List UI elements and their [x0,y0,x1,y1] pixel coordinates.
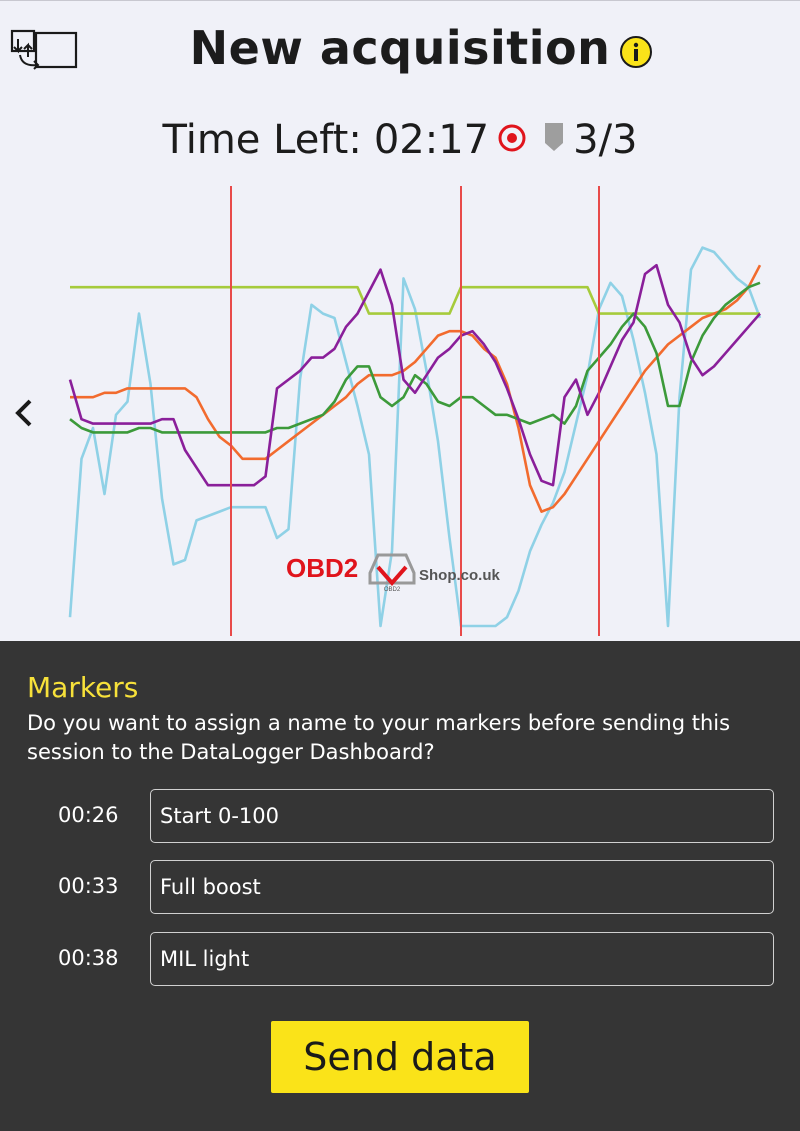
info-icon [620,36,652,68]
marker-time: 00:33 [58,874,119,898]
marker-row-1: 00:26 [0,789,800,845]
markers-question: Do you want to assign a name to your mar… [27,711,731,764]
time-left-value: 02:17 [373,117,490,163]
marker-name-input-2[interactable] [150,860,774,914]
marker-time: 00:38 [58,946,119,970]
record-target-icon [497,117,527,163]
markers-panel: Markers Do you want to assign a name to … [0,641,800,1131]
status-bar: Time Left: 02:17 3/3 [0,117,800,163]
markers-heading: Markers [27,671,139,704]
marker-time: 00:26 [58,803,119,827]
time-left-label: Time Left: [162,117,362,163]
send-data-button[interactable]: Send data [271,1021,529,1093]
acquisition-screen: New acquisition Time Left: 02:17 3/3 OBD… [0,0,800,642]
watermark-small: OBD2 [384,587,401,593]
page-title: New acquisition [189,21,611,75]
watermark-site: Shop.co.uk [419,567,500,584]
marker-count: 3/3 [573,117,638,163]
car-logo-icon: OBD2 [368,553,416,593]
marker-row-3: 00:38 [0,932,800,988]
series-line-3 [69,281,761,434]
info-button[interactable] [619,35,653,69]
marker-name-input-3[interactable] [150,932,774,986]
watermark-brand: OBD2 [286,553,359,583]
watermark: OBD2 OBD2 Shop.co.uk [286,543,526,593]
marker-tag-icon [543,117,565,163]
marker-name-input-1[interactable] [150,789,774,843]
marker-row-2: 00:33 [0,860,800,916]
series-line-4 [70,264,762,513]
